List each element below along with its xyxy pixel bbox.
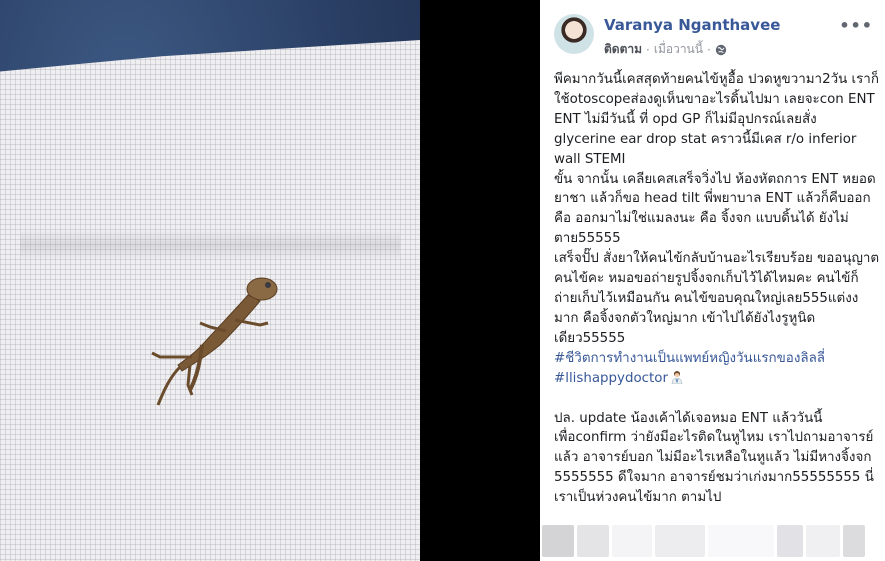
follow-button[interactable]: ติดตาม <box>604 40 642 59</box>
post-paragraph: พีคมากวันนี้เคสสุดท้ายคนไข้หูอื้อ ปวดหูข… <box>554 72 879 167</box>
more-options-button[interactable]: ••• <box>839 16 873 35</box>
blurred-block <box>612 525 652 557</box>
meta-separator-2: · <box>706 42 711 57</box>
blurred-block <box>777 525 803 557</box>
reaction-bar-blurred <box>540 521 885 561</box>
meta-separator: · <box>646 42 650 57</box>
post-timestamp[interactable]: เมื่อวานนี้ <box>654 40 703 59</box>
avatar[interactable] <box>554 14 594 54</box>
blurred-block <box>577 525 609 557</box>
lizard-image <box>151 277 278 406</box>
blurred-block <box>542 525 574 557</box>
hashtag-link[interactable]: #ชีวิตการทำงานเป็นแพทย์หญิงวันแรกของลิลล… <box>554 351 825 366</box>
post-meta: ติดตาม · เมื่อวานนี้ · <box>604 40 727 59</box>
author-name[interactable]: Varanya Nganthavee <box>604 16 780 34</box>
globe-icon <box>715 44 726 55</box>
female-doctor-emoji-icon <box>671 370 683 384</box>
hashtag-link[interactable]: #llishappydoctor <box>554 371 668 386</box>
post-photo[interactable] <box>0 0 540 561</box>
post-paragraph: ปล. update น้องเค้าได้เจอหมอ ENT แล้ววัน… <box>554 410 874 506</box>
blurred-block <box>843 525 865 557</box>
post-panel: Varanya Nganthavee ติดตาม · เมื่อวานนี้ … <box>540 0 885 561</box>
blurred-block <box>655 525 705 557</box>
blurred-block <box>806 525 840 557</box>
blurred-block <box>708 525 774 557</box>
gauze-fold <box>20 230 400 260</box>
post-paragraph: ขั้น จากนั้น เคลียเคสเสร็จวิ่งไป ห้องหัต… <box>554 171 876 247</box>
post-text: พีคมากวันนี้เคสสุดท้ายคนไข้หูอื้อ ปวดหูข… <box>554 70 882 508</box>
post-paragraph: เสร็จปั๊ป สั่งยาให้คนไข้กลับบ้านอะไรเรีย… <box>554 251 880 346</box>
